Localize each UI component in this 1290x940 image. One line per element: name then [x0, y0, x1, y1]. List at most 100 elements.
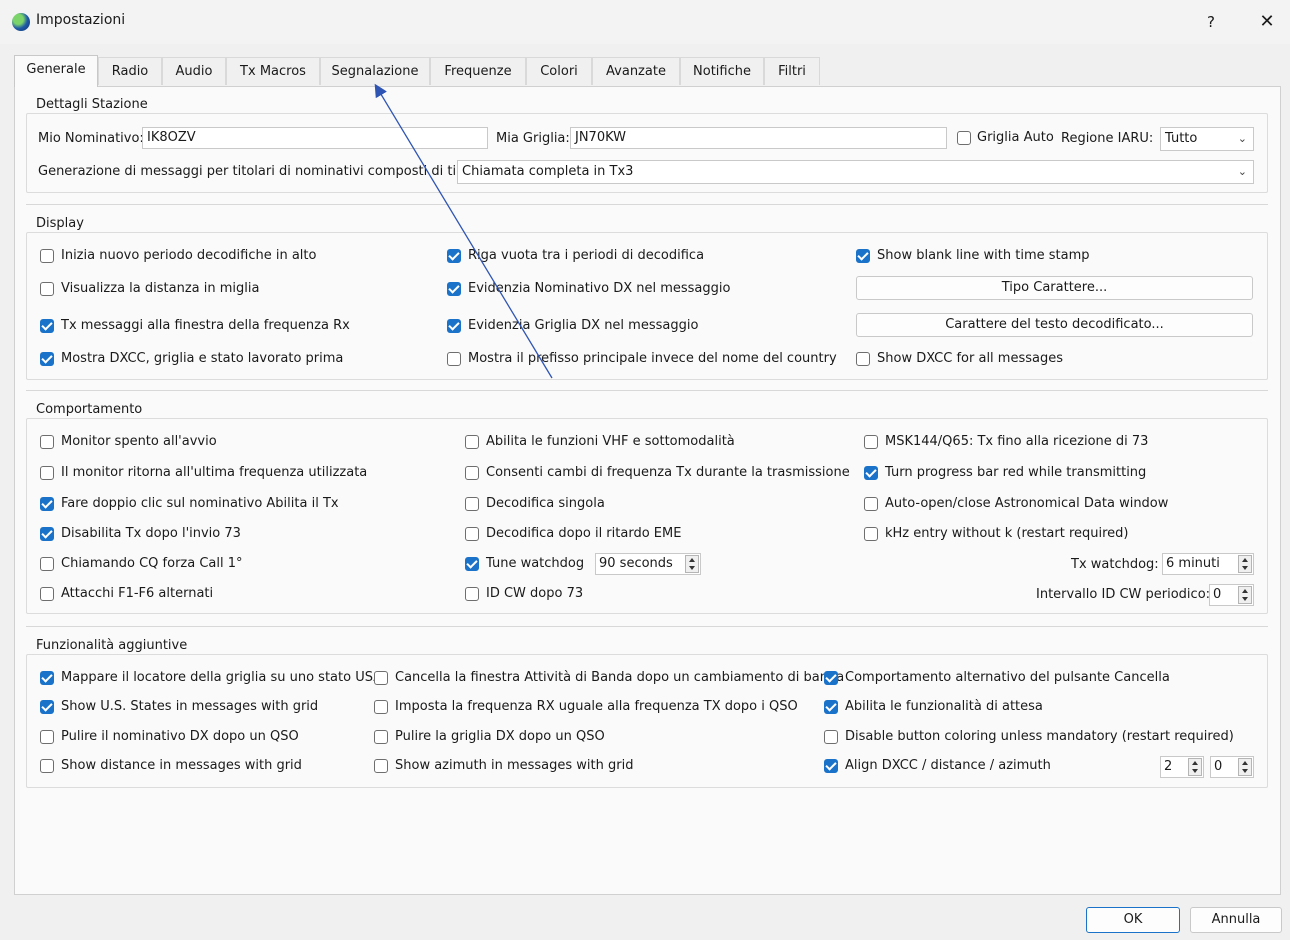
- behavior-checkbox[interactable]: [864, 527, 878, 541]
- display-check-label: Inizia nuovo periodo decodifiche in alto: [61, 248, 317, 263]
- behavior-checkbox[interactable]: [465, 587, 479, 601]
- spin-arrows-icon[interactable]: [1238, 555, 1252, 573]
- extra-checkbox[interactable]: [824, 759, 838, 773]
- display-checkbox[interactable]: [447, 282, 461, 296]
- behavior-check-label: Disabilita Tx dopo l'invio 73: [61, 526, 241, 541]
- display-checkbox[interactable]: [40, 319, 54, 333]
- extra-check-label: Imposta la frequenza RX uguale alla freq…: [395, 699, 798, 714]
- help-button[interactable]: ?: [1196, 8, 1226, 36]
- extra-checkbox[interactable]: [824, 671, 838, 685]
- behavior-checkbox[interactable]: [465, 527, 479, 541]
- display-checkbox[interactable]: [856, 249, 870, 263]
- display-check-label: Show blank line with time stamp: [877, 248, 1090, 263]
- tune-watchdog-label: Tune watchdog: [486, 556, 585, 571]
- behavior-checkbox[interactable]: [465, 435, 479, 449]
- cw-id-value: 0: [1213, 587, 1222, 602]
- spin-arrows-icon[interactable]: [685, 555, 699, 573]
- type2-select[interactable]: Chiamata completa in Tx3 ⌄: [457, 160, 1254, 184]
- extra-check-label: Pulire la griglia DX dopo un QSO: [395, 729, 605, 744]
- iaru-select[interactable]: Tutto ⌄: [1160, 127, 1254, 151]
- tab-segnalazione[interactable]: Segnalazione: [320, 57, 430, 85]
- cw-id-spinbox[interactable]: 0: [1209, 584, 1254, 606]
- behavior-check-label: Fare doppio clic sul nominativo Abilita …: [61, 496, 339, 511]
- display-check-label: Mostra il prefisso principale invece del…: [468, 351, 837, 366]
- tx-watchdog-spinbox[interactable]: 6 minuti: [1162, 553, 1254, 575]
- behavior-checkbox[interactable]: [465, 497, 479, 511]
- decoded-font-button[interactable]: Carattere del testo decodificato...: [856, 313, 1253, 337]
- behavior-check-label: Abilita le funzioni VHF e sottomodalità: [486, 434, 735, 449]
- spin-arrows-icon[interactable]: [1238, 758, 1252, 776]
- extra-checkbox[interactable]: [374, 671, 388, 685]
- behavior-checkbox[interactable]: [864, 466, 878, 480]
- auto-grid-checkbox[interactable]: [957, 131, 971, 145]
- display-check-label: Show DXCC for all messages: [877, 351, 1063, 366]
- behavior-checkbox[interactable]: [40, 527, 54, 541]
- display-check-label: Evidenzia Griglia DX nel messaggio: [468, 318, 699, 333]
- behavior-check-label: Decodifica singola: [486, 496, 605, 511]
- app-icon: [12, 13, 30, 31]
- extra-check-label: Pulire il nominativo DX dopo un QSO: [61, 729, 299, 744]
- behavior-checkbox[interactable]: [465, 466, 479, 480]
- align-value-b: 0: [1214, 759, 1223, 774]
- behavior-checkbox[interactable]: [40, 435, 54, 449]
- display-checkbox[interactable]: [447, 319, 461, 333]
- close-button[interactable]: ✕: [1252, 8, 1282, 36]
- spin-arrows-icon[interactable]: [1238, 586, 1252, 604]
- extra-check-label: Align DXCC / distance / azimuth: [845, 758, 1051, 773]
- tab-generale[interactable]: Generale: [14, 55, 98, 87]
- extra-check-label: Show U.S. States in messages with grid: [61, 699, 319, 714]
- tab-notifiche[interactable]: Notifiche: [680, 57, 764, 85]
- tab-frequenze[interactable]: Frequenze: [430, 57, 526, 85]
- ok-button[interactable]: OK: [1086, 907, 1180, 933]
- extra-checkbox[interactable]: [824, 730, 838, 744]
- display-checkbox[interactable]: [856, 352, 870, 366]
- extra-checkbox[interactable]: [40, 700, 54, 714]
- behavior-checkbox[interactable]: [864, 435, 878, 449]
- display-checkbox[interactable]: [447, 352, 461, 366]
- font-button[interactable]: Tipo Carattere...: [856, 276, 1253, 300]
- behavior-check-label: Attacchi F1-F6 alternati: [61, 586, 214, 601]
- tune-watchdog-spinbox[interactable]: 90 seconds: [595, 553, 701, 575]
- align-spinbox-b[interactable]: 0: [1210, 756, 1254, 778]
- behavior-check-label: kHz entry without k (restart required): [885, 526, 1129, 541]
- iaru-label: Regione IARU:: [1061, 131, 1154, 146]
- cw-id-label: Intervallo ID CW periodico:: [1036, 587, 1211, 602]
- separator: [26, 204, 1268, 205]
- title-bar: [0, 0, 1290, 44]
- display-checkbox[interactable]: [40, 249, 54, 263]
- display-checkbox[interactable]: [40, 352, 54, 366]
- display-check-label: Evidenzia Nominativo DX nel messaggio: [468, 281, 731, 296]
- spin-arrows-icon[interactable]: [1188, 758, 1202, 776]
- tab-tx-macros[interactable]: Tx Macros: [226, 57, 320, 85]
- extra-title: Funzionalità aggiuntive: [36, 638, 188, 653]
- behavior-checkbox[interactable]: [40, 587, 54, 601]
- extra-checkbox[interactable]: [374, 700, 388, 714]
- extra-check-label: Cancella la finestra Attività di Banda d…: [395, 670, 845, 685]
- call-input[interactable]: IK8OZV: [142, 127, 488, 149]
- chevron-down-icon: ⌄: [1237, 165, 1247, 178]
- extra-check-label: Show azimuth in messages with grid: [395, 758, 634, 773]
- extra-checkbox[interactable]: [824, 700, 838, 714]
- behavior-checkbox[interactable]: [40, 466, 54, 480]
- grid-input[interactable]: JN70KW: [570, 127, 947, 149]
- tab-audio[interactable]: Audio: [162, 57, 226, 85]
- extra-checkbox[interactable]: [40, 730, 54, 744]
- display-checkbox[interactable]: [447, 249, 461, 263]
- behavior-checkbox[interactable]: [864, 497, 878, 511]
- behavior-checkbox[interactable]: [40, 557, 54, 571]
- extra-checkbox[interactable]: [374, 730, 388, 744]
- behavior-checkbox[interactable]: [40, 497, 54, 511]
- display-title: Display: [36, 216, 84, 231]
- tune-watchdog-checkbox[interactable]: [465, 557, 479, 571]
- tune-watchdog-value: 90 seconds: [599, 556, 673, 571]
- extra-checkbox[interactable]: [40, 671, 54, 685]
- display-checkbox[interactable]: [40, 282, 54, 296]
- cancel-button[interactable]: Annulla: [1190, 907, 1282, 933]
- tab-filtri[interactable]: Filtri: [764, 57, 820, 85]
- tab-radio[interactable]: Radio: [98, 57, 162, 85]
- tab-avanzate[interactable]: Avanzate: [592, 57, 680, 85]
- align-spinbox-a[interactable]: 2: [1160, 756, 1204, 778]
- tab-colori[interactable]: Colori: [526, 57, 592, 85]
- extra-checkbox[interactable]: [40, 759, 54, 773]
- extra-checkbox[interactable]: [374, 759, 388, 773]
